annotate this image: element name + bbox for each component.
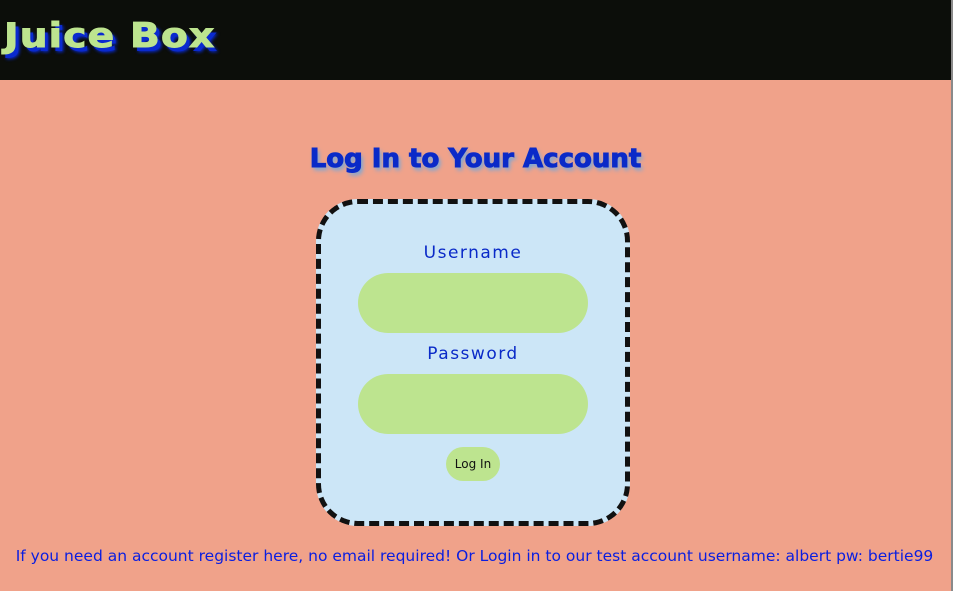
top-header: Juice Box [0,0,951,80]
login-form: Username Password Log In [316,199,630,526]
username-label: Username [423,243,523,263]
password-label: Password [427,344,519,364]
login-button[interactable]: Log In [446,447,500,481]
page-title: Log In to Your Account [309,144,642,175]
app-logo[interactable]: Juice Box [3,16,215,57]
username-input[interactable] [358,273,588,333]
password-input[interactable] [358,374,588,434]
register-link[interactable]: If you need an account register here, no… [16,547,452,565]
test-account-info: Or Login in to our test account username… [456,547,934,565]
footer-note: If you need an account register here, no… [0,547,949,565]
